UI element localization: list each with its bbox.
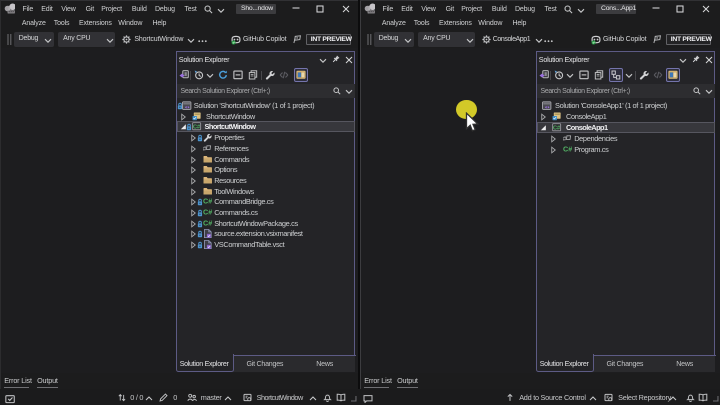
- svg-text:#: #: [203, 146, 207, 153]
- svg-text:C#: C#: [563, 145, 572, 154]
- svg-text:C#: C#: [553, 126, 561, 132]
- svg-text:#: #: [563, 136, 567, 143]
- svg-text:C#: C#: [193, 125, 201, 131]
- svg-text:C#: C#: [203, 197, 212, 206]
- svg-text:C#: C#: [203, 219, 212, 228]
- svg-text:C#: C#: [203, 208, 212, 217]
